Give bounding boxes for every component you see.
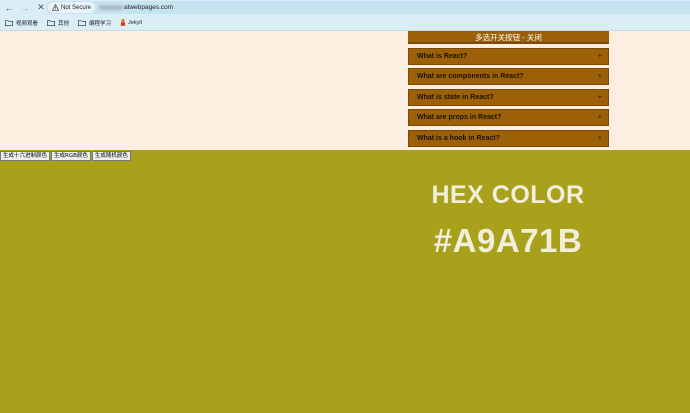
address-bar[interactable]: Not Secure atwebpages.com [46, 1, 690, 14]
url-domain: atwebpages.com [124, 4, 174, 11]
accordion-item-label: What is a hook in React? [417, 134, 500, 142]
redacted-subdomain [99, 5, 124, 10]
security-indicator[interactable]: Not Secure [48, 2, 96, 13]
accordion-item-components[interactable]: What are components in React? + [408, 68, 609, 85]
generate-hex-button[interactable]: 生成十六进制颜色 [0, 151, 51, 161]
accordion-item-label: What are props in React? [417, 114, 502, 121]
color-generator-buttons: 生成十六进制颜色 生成RGB颜色 生成随机颜色 [0, 151, 132, 161]
plus-icon: + [597, 134, 602, 142]
accordion-item-label: What is state in React? [417, 93, 494, 101]
folder-icon [5, 19, 13, 26]
back-icon[interactable]: ← [2, 1, 16, 15]
bookmarks-bar: 视频观看 其他 编程学习 Jekyll [0, 15, 690, 31]
bookmark-label: Jekyll [128, 19, 142, 26]
bookmark-folder-programming[interactable]: 编程学习 [78, 19, 111, 27]
bookmark-folder-videos[interactable]: 视频观看 [5, 19, 38, 27]
forward-icon[interactable]: → [18, 1, 32, 15]
color-value: #A9A71B [433, 222, 583, 259]
jekyll-icon [120, 19, 126, 26]
plus-icon: + [597, 114, 602, 121]
accordion-item-react[interactable]: What is React? + [408, 47, 609, 65]
generate-random-button[interactable]: 生成随机颜色 [91, 151, 131, 161]
url-text[interactable]: atwebpages.com [99, 4, 173, 11]
faq-accordion: 多选开关按钮 - 关闭 What is React? + What are co… [408, 31, 609, 147]
bookmark-label: 视频观看 [16, 20, 39, 27]
browser-toolbar: ← → ✕ Not Secure atwebpages.com [0, 0, 690, 15]
bookmark-jekyll[interactable]: Jekyll [120, 19, 142, 26]
accordion-item-state[interactable]: What is state in React? + [408, 88, 609, 106]
security-label: Not Secure [61, 4, 92, 11]
generate-rgb-button[interactable]: 生成RGB颜色 [51, 151, 91, 161]
bookmark-folder-other[interactable]: 其他 [47, 19, 69, 27]
bookmark-label: 编程学习 [89, 20, 112, 27]
plus-icon: + [597, 52, 602, 60]
accordion-item-props[interactable]: What are props in React? + [408, 109, 609, 126]
plus-icon: + [597, 93, 602, 101]
folder-icon [78, 19, 87, 26]
warning-icon [52, 4, 59, 11]
folder-icon [47, 19, 56, 26]
accordion-item-label: What are components in React? [417, 73, 524, 80]
accordion-item-hook[interactable]: What is a hook in React? + [408, 129, 609, 147]
accordion-item-label: What is React? [417, 52, 468, 60]
color-type-heading: HEX COLOR [431, 181, 585, 209]
plus-icon: + [597, 73, 602, 80]
multi-toggle-button[interactable]: 多选开关按钮 - 关闭 [408, 31, 609, 44]
bookmark-label: 其他 [58, 20, 70, 27]
